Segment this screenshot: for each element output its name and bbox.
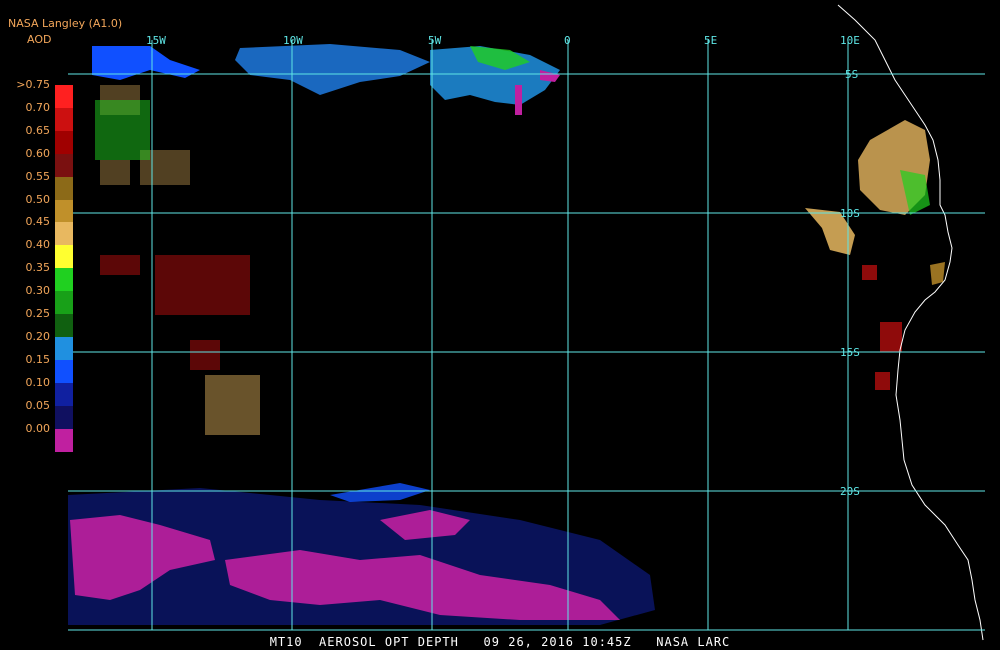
lat-label: 10S: [840, 207, 860, 220]
legend-swatch: [55, 268, 73, 292]
legend-label: 0.50: [25, 192, 51, 206]
legend-label: 0.00: [25, 421, 51, 435]
lon-label: 10E: [840, 34, 860, 47]
lon-label: 5W: [428, 34, 442, 47]
legend-swatch: [55, 405, 73, 429]
lon-label: 15W: [146, 34, 166, 47]
legend-swatch: [55, 107, 73, 132]
legend-swatch: [55, 176, 73, 200]
legend-swatch: [55, 428, 73, 452]
legend-label: 0.25: [25, 307, 51, 320]
producer-label: NASA Langley (A1.0): [8, 17, 123, 30]
legend-swatch: [55, 382, 73, 407]
lat-label: 20S: [840, 485, 860, 498]
legend-label: 0.35: [25, 261, 51, 275]
legend-label: 0.70: [25, 100, 51, 114]
legend-swatch: [55, 222, 73, 246]
legend-label: 0.55: [25, 169, 51, 183]
legend-label: 0.10: [25, 375, 51, 389]
lon-label: 10W: [283, 34, 303, 47]
aod-map: 15W 10W 5W 0 5E 10E 5S 10S 15S 20S: [0, 0, 1000, 650]
legend-swatch: [55, 199, 73, 223]
lon-label: 5E: [704, 34, 717, 47]
product-label: AOD: [27, 33, 52, 46]
legend-label: >0.75: [16, 78, 50, 91]
legend-label: 0.15: [25, 352, 51, 366]
footer-caption: MT10 AEROSOL OPT DEPTH 09 26, 2016 10:45…: [269, 635, 731, 649]
legend-swatch: [55, 153, 73, 178]
legend-swatch: [55, 336, 73, 361]
legend-swatch: [55, 245, 73, 269]
legend-swatch: [55, 130, 73, 155]
legend-label: 0.20: [25, 329, 51, 343]
legend-swatch: [55, 291, 73, 315]
lat-label: 5S: [845, 68, 858, 81]
legend-swatch: [55, 314, 73, 338]
legend-swatch: [55, 359, 73, 384]
legend-label: 0.45: [25, 215, 51, 229]
legend-label: 0.05: [25, 398, 51, 412]
legend-swatch: [55, 85, 73, 109]
legend-label: 0.40: [25, 238, 51, 252]
legend-label: 0.60: [25, 146, 51, 160]
legend-label: 0.30: [25, 284, 51, 298]
legend-label: 0.65: [25, 123, 51, 137]
lat-label: 15S: [840, 346, 860, 359]
lon-label: 0: [564, 34, 571, 47]
